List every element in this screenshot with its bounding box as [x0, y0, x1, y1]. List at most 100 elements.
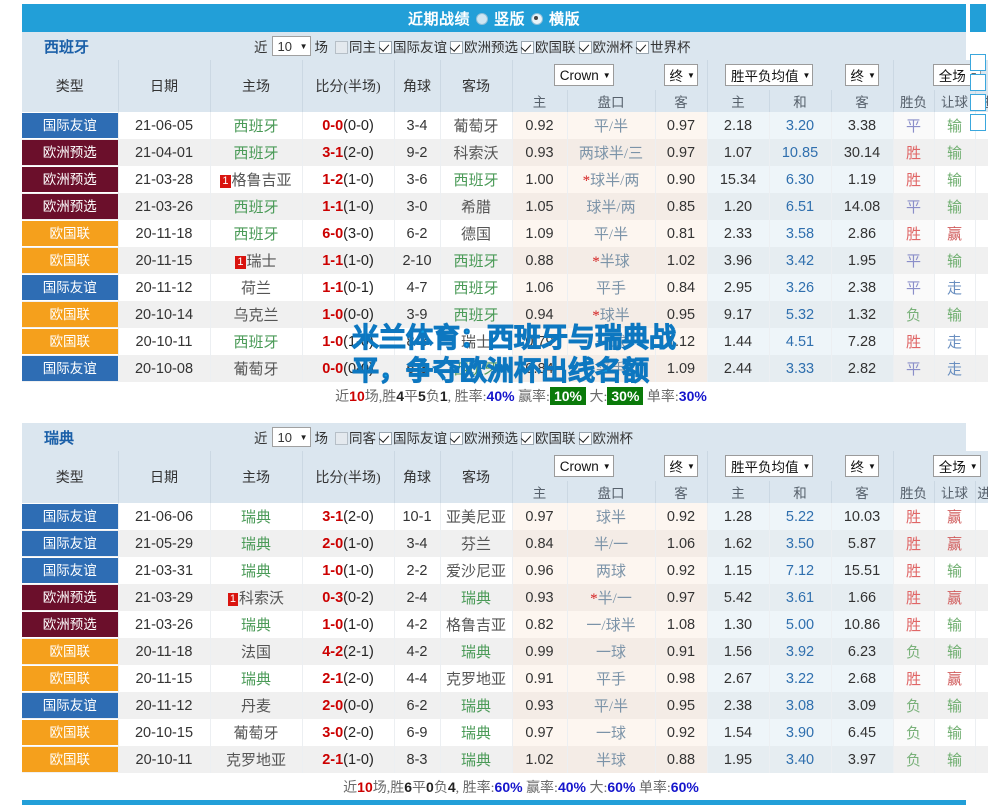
- checkbox-euro-qual-spain[interactable]: [450, 40, 463, 54]
- eu-odds-dropdown-sweden[interactable]: 胜平负均值 ▼: [725, 455, 814, 477]
- cell-home-team[interactable]: 瑞典: [210, 503, 303, 530]
- cell-eu-away: 3.38: [831, 112, 894, 139]
- cell-odds-home: 0.94: [512, 301, 568, 328]
- cell-home-team[interactable]: 西班牙: [210, 112, 303, 139]
- match-count-select-sweden[interactable]: 10 ▼: [271, 427, 311, 447]
- radio-horizontal[interactable]: [531, 13, 543, 25]
- cell-away-team[interactable]: 西班牙: [440, 274, 513, 301]
- table-row[interactable]: 欧国联 20-11-15 瑞典 2-1(2-0) 4-4 克罗地亚 0.91 平手 0.98 2.…: [22, 665, 988, 692]
- odds-phase-dropdown-sweden[interactable]: 终 ▼: [663, 455, 698, 477]
- cell-home-team[interactable]: 瑞典: [210, 665, 303, 692]
- checkbox-friendly-sweden[interactable]: [379, 431, 392, 445]
- full-time-score: 1-2: [322, 171, 344, 188]
- cell-result-wdl: 胜: [893, 139, 935, 166]
- scroll-deco[interactable]: [970, 4, 986, 131]
- radio-vertical[interactable]: [475, 13, 488, 25]
- cell-home-team[interactable]: 1 科索沃: [210, 584, 303, 611]
- scroll-thumb[interactable]: [970, 4, 986, 32]
- checkbox-euro-cup-spain[interactable]: [578, 40, 592, 54]
- cell-type: 欧国联: [22, 328, 119, 355]
- cell-home-team[interactable]: 西班牙: [210, 139, 303, 166]
- match-count-select-spain[interactable]: 10 ▼: [271, 36, 311, 56]
- table-row[interactable]: 欧国联 20-11-18 法国 4-2(2-1) 4-2 瑞典 0.99 一球 0.91 1.56…: [22, 638, 988, 665]
- cell-away-team[interactable]: 瑞典: [440, 638, 513, 665]
- cell-home-team[interactable]: 乌克兰: [210, 301, 303, 328]
- table-row[interactable]: 欧国联 20-11-15 1 瑞士 1-1(1-0) 2-10 西班牙 0.88 *半球 1.02…: [22, 247, 988, 274]
- cell-away-team[interactable]: 瑞典: [440, 692, 513, 719]
- table-body-spain: 国际友谊 21-06-05 西班牙 0-0(0-0) 3-4 葡萄牙 0.92 平/半 0.97…: [22, 112, 988, 382]
- cell-away-team[interactable]: 爱沙尼亚: [440, 557, 513, 584]
- cell-away-team[interactable]: 瑞典: [440, 719, 513, 746]
- table-row[interactable]: 国际友谊 20-11-12 荷兰 1-1(0-1) 4-7 西班牙 1.06 平手 0.84 2.…: [22, 274, 988, 301]
- table-row[interactable]: 欧国联 20-10-11 西班牙 1-0(1-0) 8-3 瑞士 0.79 一球 1.12 1.4…: [22, 328, 988, 355]
- cell-away-team[interactable]: 瑞典: [440, 746, 513, 773]
- cell-away-team[interactable]: 西班牙: [440, 301, 513, 328]
- odds-phase-dropdown-spain[interactable]: 终 ▼: [663, 64, 698, 86]
- table-row[interactable]: 欧洲预选 21-03-26 西班牙 1-1(1-0) 3-0 希腊 1.05 球半/两 0.85…: [22, 193, 988, 220]
- cell-odds-home: 0.96: [512, 557, 568, 584]
- cell-away-team[interactable]: 西班牙: [440, 247, 513, 274]
- table-row[interactable]: 欧国联 20-11-18 西班牙 6-0(3-0) 6-2 德国 1.09 平/半 0.81 2.…: [22, 220, 988, 247]
- table-row[interactable]: 欧洲预选 21-03-29 1 科索沃 0-3(0-2) 2-4 瑞典 0.93 *半/一 0.9…: [22, 584, 988, 611]
- checkbox-euro-cup-sweden[interactable]: [578, 431, 592, 445]
- cell-away-team[interactable]: 瑞典: [440, 584, 513, 611]
- cell-away-team[interactable]: 西班牙: [440, 355, 513, 382]
- cell-away-team[interactable]: 亚美尼亚: [440, 503, 513, 530]
- table-row[interactable]: 国际友谊 21-03-31 瑞典 1-0(1-0) 2-2 爱沙尼亚 0.96 两球 0.92 1…: [22, 557, 988, 584]
- cell-home-team[interactable]: 克罗地亚: [210, 746, 303, 773]
- cell-home-team[interactable]: 1 瑞士: [210, 247, 303, 274]
- scope-value: 全场: [938, 69, 966, 84]
- checkbox-same-venue-sweden[interactable]: [335, 431, 348, 445]
- table-row[interactable]: 欧国联 20-10-11 克罗地亚 2-1(1-0) 8-3 瑞典 1.02 半球 0.88 1.…: [22, 746, 988, 773]
- eu-odds-dropdown-spain[interactable]: 胜平负均值 ▼: [725, 64, 814, 86]
- col-type: 类型: [22, 451, 119, 503]
- cell-home-team[interactable]: 丹麦: [210, 692, 303, 719]
- cell-home-team[interactable]: 瑞典: [210, 557, 303, 584]
- cell-home-team[interactable]: 西班牙: [210, 193, 303, 220]
- checkbox-same-venue-spain[interactable]: [335, 40, 348, 54]
- cell-away-team[interactable]: 科索沃: [440, 139, 513, 166]
- cell-away-team[interactable]: 希腊: [440, 193, 513, 220]
- cell-home-team[interactable]: 葡萄牙: [210, 355, 303, 382]
- checkbox-nations-spain[interactable]: [521, 40, 534, 54]
- cell-home-team[interactable]: 葡萄牙: [210, 719, 303, 746]
- checkbox-nations-sweden[interactable]: [521, 431, 534, 445]
- competition-tag: 国际友谊: [22, 693, 118, 718]
- table-row[interactable]: 欧国联 20-10-14 乌克兰 1-0(0-0) 3-9 西班牙 0.94 *球半 0.95 9…: [22, 301, 988, 328]
- table-row[interactable]: 国际友谊 21-05-29 瑞典 2-0(1-0) 3-4 芬兰 0.84 半/一 1.06 1.…: [22, 530, 988, 557]
- checkbox-friendly-spain[interactable]: [379, 40, 392, 54]
- cell-away-team[interactable]: 芬兰: [440, 530, 513, 557]
- table-row[interactable]: 国际友谊 20-10-08 葡萄牙 0-0(0-0) 6-3 西班牙 0.84 平手 1.09 2…: [22, 355, 988, 382]
- cell-away-team[interactable]: 克罗地亚: [440, 665, 513, 692]
- table-row[interactable]: 国际友谊 21-06-06 瑞典 3-1(2-0) 10-1 亚美尼亚 0.97 球半 0.92…: [22, 503, 988, 530]
- competition-tag: 欧洲预选: [22, 612, 118, 637]
- odds-company-dropdown-sweden[interactable]: Crown ▼: [553, 455, 614, 477]
- cell-result-handicap: 输: [934, 638, 976, 665]
- chevron-down-icon: ▼: [868, 461, 876, 471]
- table-row[interactable]: 欧国联 20-10-15 葡萄牙 3-0(2-0) 6-9 瑞典 0.97 一球 0.92 1.5…: [22, 719, 988, 746]
- checkbox-world-cup-spain[interactable]: [636, 40, 649, 54]
- cell-home-team[interactable]: 西班牙: [210, 328, 303, 355]
- cell-away-team[interactable]: 西班牙: [440, 166, 513, 193]
- odds-company-dropdown-spain[interactable]: Crown ▼: [553, 64, 614, 86]
- table-row[interactable]: 欧洲预选 21-03-28 1 格鲁吉亚 1-2(1-0) 3-6 西班牙 1.00 *球半/两…: [22, 166, 988, 193]
- cell-home-team[interactable]: 瑞典: [210, 530, 303, 557]
- cell-home-team[interactable]: 瑞典: [210, 611, 303, 638]
- cell-away-team[interactable]: 瑞士: [440, 328, 513, 355]
- cell-away-team[interactable]: 葡萄牙: [440, 112, 513, 139]
- cell-home-team[interactable]: 1 格鲁吉亚: [210, 166, 303, 193]
- table-row[interactable]: 国际友谊 21-06-05 西班牙 0-0(0-0) 3-4 葡萄牙 0.92 平/半 0.97…: [22, 112, 988, 139]
- table-row[interactable]: 国际友谊 20-11-12 丹麦 2-0(0-0) 6-2 瑞典 0.93 平/半 0.95 2.…: [22, 692, 988, 719]
- cell-eu-home: 1.28: [707, 503, 770, 530]
- scope-dropdown-sweden[interactable]: 全场 ▼: [932, 455, 981, 477]
- eu-phase-dropdown-sweden[interactable]: 终 ▼: [844, 455, 879, 477]
- table-row[interactable]: 欧洲预选 21-03-26 瑞典 1-0(1-0) 4-2 格鲁吉亚 0.82 一/球半 1.0…: [22, 611, 988, 638]
- cell-home-team[interactable]: 西班牙: [210, 220, 303, 247]
- table-row[interactable]: 欧洲预选 21-04-01 西班牙 3-1(2-0) 9-2 科索沃 0.93 两球半/三 0.…: [22, 139, 988, 166]
- cell-away-team[interactable]: 德国: [440, 220, 513, 247]
- checkbox-euro-qual-sweden[interactable]: [450, 431, 463, 445]
- eu-phase-dropdown-spain[interactable]: 终 ▼: [844, 64, 879, 86]
- cell-home-team[interactable]: 法国: [210, 638, 303, 665]
- cell-home-team[interactable]: 荷兰: [210, 274, 303, 301]
- cell-away-team[interactable]: 格鲁吉亚: [440, 611, 513, 638]
